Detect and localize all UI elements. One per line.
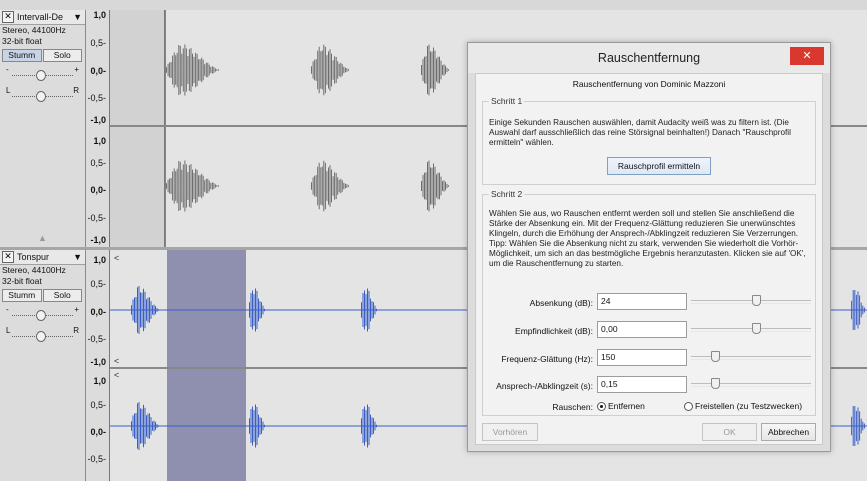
attack-decay-input[interactable]: 0,15 <box>597 376 687 393</box>
collapse-track-icon[interactable]: ▲ <box>0 233 85 243</box>
radio-unchecked-icon <box>684 401 693 411</box>
solo-button[interactable]: Solo <box>42 289 82 302</box>
svg-text:<: < <box>114 356 119 366</box>
svg-text:<: < <box>114 370 119 380</box>
track-title-bar[interactable]: ✕ Intervall-De ▼ <box>0 10 85 25</box>
track-title-bar[interactable]: ✕ Tonspur ▼ <box>0 250 85 265</box>
solo-button[interactable]: Solo <box>42 49 82 62</box>
param-label: Ansprech-/Abklingzeit (s): <box>496 381 593 391</box>
dialog-title: Rauschentfernung <box>597 51 701 65</box>
step1-legend: Schritt 1 <box>489 96 525 106</box>
gain-slider[interactable]: - + <box>6 305 79 323</box>
svg-text:<: < <box>114 253 119 263</box>
dialog-subtitle: Rauschentfernung von Dominic Mazzoni <box>572 79 726 89</box>
step2-text: Wählen Sie aus, wo Rauschen entfernt wer… <box>489 209 806 268</box>
track-name[interactable]: Intervall-De <box>16 12 73 22</box>
freq-smoothing-input[interactable]: 150 <box>597 349 687 366</box>
track-menu-icon[interactable]: ▼ <box>73 252 85 262</box>
radio-checked-icon <box>597 401 606 411</box>
track-bitdepth: 32-bit float <box>2 276 42 286</box>
close-track-icon[interactable]: ✕ <box>2 11 14 23</box>
close-track-icon[interactable]: ✕ <box>2 251 14 263</box>
preview-button[interactable]: Vorhören <box>482 423 538 441</box>
step2-legend: Schritt 2 <box>489 189 525 199</box>
param-label: Frequenz-Glättung (Hz): <box>501 354 593 364</box>
param-label: Empfindlichkeit (dB): <box>515 326 593 336</box>
pan-slider[interactable]: L R <box>6 326 79 344</box>
amplitude-ruler: 1,0 0,5- 0,0- -0,5- -1,0 1,0 0,5- 0,0- -… <box>86 10 110 247</box>
track-format: Stereo, 44100Hz <box>2 265 66 275</box>
track-name[interactable]: Tonspur <box>16 252 73 262</box>
gain-slider[interactable]: - + <box>6 65 79 83</box>
dialog-body: Rauschentfernung von Dominic Mazzoni Sch… <box>475 73 823 445</box>
radio-remove[interactable]: Entfernen <box>597 401 645 411</box>
dialog-title-bar[interactable]: Rauschentfernung ✕ <box>468 43 830 73</box>
param-label: Absenkung (dB): <box>529 298 593 308</box>
cancel-button[interactable]: Abbrechen <box>761 423 816 441</box>
track-header-1: ✕ Intervall-De ▼ Stereo, 44100Hz 32-bit … <box>0 10 86 247</box>
track-header-2: ✕ Tonspur ▼ Stereo, 44100Hz 32-bit float… <box>0 250 86 481</box>
selection-region <box>167 250 246 481</box>
track-menu-icon[interactable]: ▼ <box>73 12 85 22</box>
step1-text: Einige Sekunden Rauschen auswählen, dami… <box>489 118 791 147</box>
sensitivity-input[interactable]: 0,00 <box>597 321 687 338</box>
pan-slider[interactable]: L R <box>6 86 79 104</box>
track-bitdepth: 32-bit float <box>2 36 42 46</box>
reduction-slider[interactable] <box>691 295 811 309</box>
noise-removal-dialog: Rauschentfernung ✕ Rauschentfernung von … <box>467 42 831 452</box>
mute-button[interactable]: Stumm <box>2 49 42 62</box>
step1-group: Schritt 1 Einige Sekunden Rauschen auswä… <box>482 96 816 185</box>
ok-button[interactable]: OK <box>702 423 757 441</box>
close-icon[interactable]: ✕ <box>790 47 824 65</box>
mute-button[interactable]: Stumm <box>2 289 42 302</box>
track-format: Stereo, 44100Hz <box>2 25 66 35</box>
noise-label: Rauschen: <box>552 402 593 412</box>
step2-group: Schritt 2 Wählen Sie aus, wo Rauschen en… <box>482 189 816 416</box>
attack-decay-slider[interactable] <box>691 378 811 392</box>
freq-smoothing-slider[interactable] <box>691 351 811 365</box>
sensitivity-slider[interactable] <box>691 323 811 337</box>
reduction-input[interactable]: 24 <box>597 293 687 310</box>
get-noise-profile-button[interactable]: Rauschprofil ermitteln <box>607 157 711 175</box>
radio-isolate[interactable]: Freistellen (zu Testzwecken) <box>684 401 802 411</box>
amplitude-ruler: 1,0 0,5- 0,0- -0,5- -1,0 1,0 0,5- 0,0- -… <box>86 250 110 481</box>
